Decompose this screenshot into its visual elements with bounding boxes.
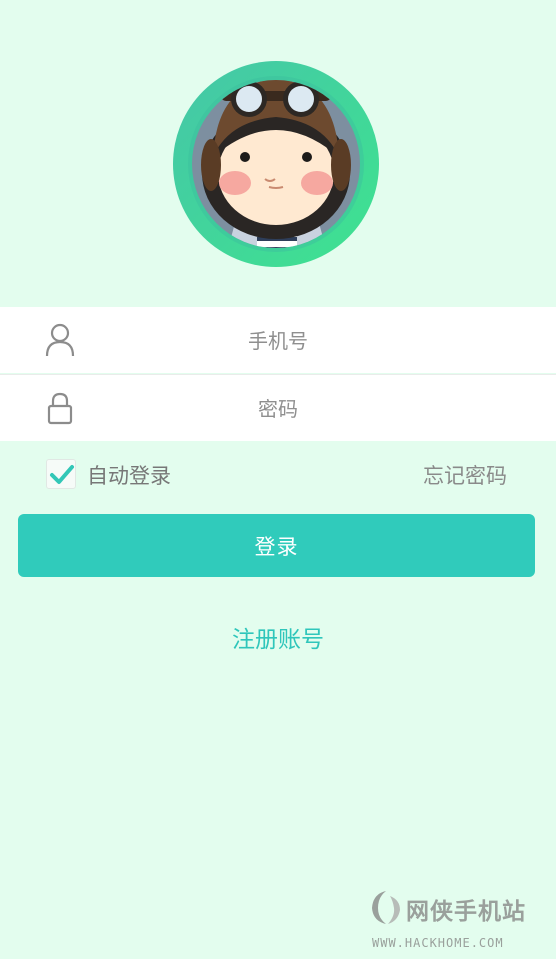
watermark-url: WWW.HACKHOME.COM (372, 936, 504, 950)
login-button[interactable]: 登录 (18, 514, 535, 577)
password-input[interactable] (90, 375, 466, 443)
avatar (173, 61, 379, 267)
phone-input[interactable] (90, 307, 466, 375)
user-icon (44, 323, 76, 357)
lock-icon (44, 391, 76, 425)
watermark: 网侠手机站 WWW.HACKHOME.COM (368, 888, 548, 954)
password-field-row (0, 375, 556, 443)
auto-login-label: 自动登录 (87, 464, 171, 488)
auto-login-checkbox[interactable] (46, 459, 76, 489)
watermark-title: 网侠手机站 (406, 899, 526, 925)
forgot-password-link[interactable]: 忘记密码 (423, 460, 507, 490)
register-link[interactable]: 注册账号 (0, 620, 556, 654)
checkmark-icon (50, 465, 74, 484)
phone-field-row (0, 307, 556, 375)
hackhome-logo (372, 891, 400, 924)
login-options: 自动登录 忘记密码 (0, 442, 556, 506)
